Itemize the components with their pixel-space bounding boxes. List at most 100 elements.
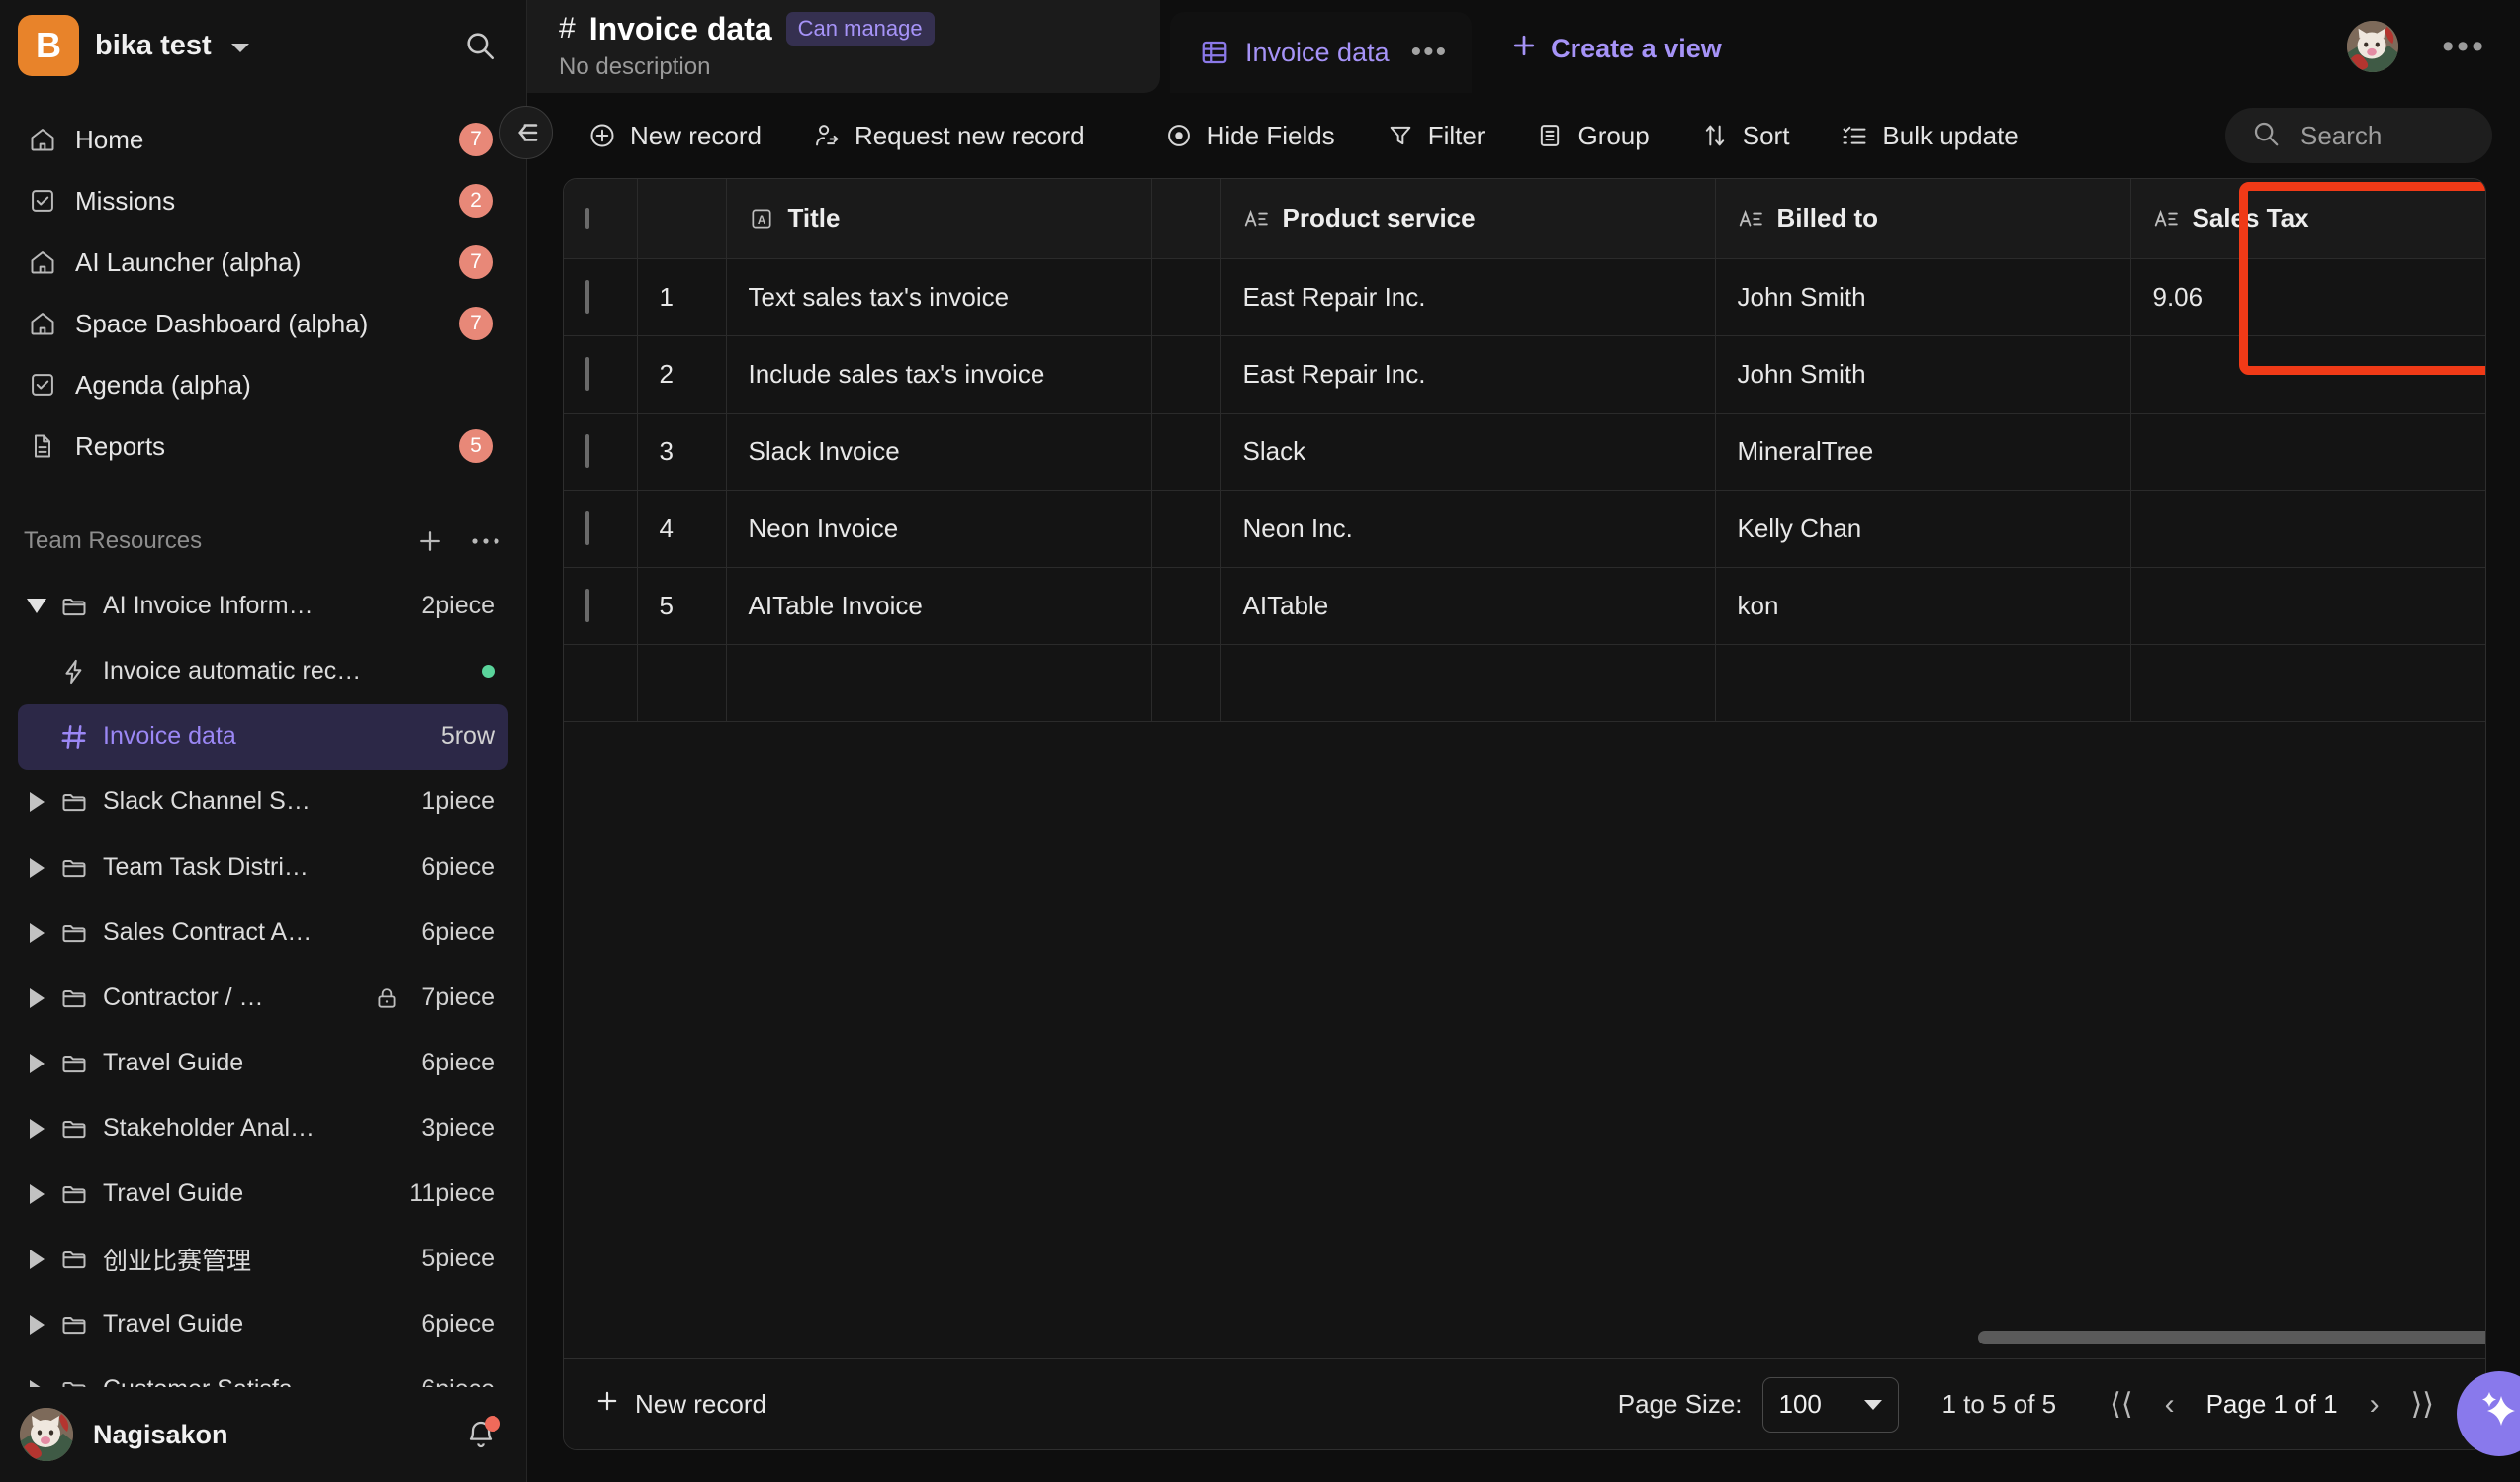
sidebar-item-home[interactable]: Home 7 [18, 109, 508, 170]
tree-item-folder[interactable]: Team Task Distri… 6piece [18, 835, 508, 900]
tree-item-folder[interactable]: Stakeholder Anal… 3piece [18, 1096, 508, 1161]
row-checkbox[interactable] [585, 510, 589, 545]
prev-page-button[interactable]: ‹ [2149, 1389, 2191, 1420]
cell-sales-tax[interactable]: 9.06 [2130, 258, 2485, 336]
next-page-button[interactable]: › [2354, 1389, 2395, 1420]
row-checkbox[interactable] [585, 356, 589, 391]
collapse-sidebar-button[interactable] [499, 106, 553, 159]
horizontal-scrollbar[interactable] [564, 1331, 2485, 1344]
cell-title[interactable]: Neon Invoice [726, 490, 1152, 568]
sidebar-item-agenda[interactable]: Agenda (alpha) [18, 354, 508, 416]
add-resource-button[interactable] [415, 526, 445, 556]
cell-product-service[interactable]: East Repair Inc. [1220, 258, 1716, 336]
table-row[interactable]: 1 Text sales tax's invoice East Repair I… [564, 258, 2485, 336]
avatar[interactable] [2347, 21, 2399, 72]
chevron-right-icon[interactable] [18, 987, 55, 1008]
cell-product-service[interactable]: East Repair Inc. [1220, 335, 1716, 414]
avatar[interactable] [20, 1408, 73, 1462]
request-new-record-button[interactable]: Request new record [787, 108, 1111, 163]
tree-item-folder[interactable]: Travel Guide 6piece [18, 1292, 508, 1357]
tab-invoice-data[interactable]: Invoice data ••• [1170, 12, 1473, 93]
cell-title[interactable]: AITable Invoice [726, 567, 1152, 645]
tree-item-automation[interactable]: Invoice automatic rec… [18, 639, 508, 704]
sidebar-item-reports[interactable]: Reports 5 [18, 416, 508, 477]
chevron-right-icon[interactable] [18, 1249, 55, 1269]
resource-more-icon[interactable] [471, 536, 500, 546]
column-header-title[interactable]: A Title [726, 179, 1152, 259]
tree-item-folder[interactable]: Travel Guide 6piece [18, 1031, 508, 1096]
row-select-cell[interactable] [564, 413, 638, 491]
sidebar-item-missions[interactable]: Missions 2 [18, 170, 508, 232]
new-record-button[interactable]: New record [563, 108, 787, 163]
table-row[interactable]: 3 Slack Invoice Slack MineralTree [564, 413, 2485, 491]
group-button[interactable]: Group [1510, 108, 1674, 163]
tree-item-folder[interactable]: Customer Satisfa… 6piece [18, 1357, 508, 1388]
cell-sales-tax[interactable] [2130, 335, 2485, 414]
row-checkbox[interactable] [585, 588, 589, 622]
cell-billed-to[interactable]: John Smith [1715, 335, 2131, 414]
row-select-cell[interactable] [564, 335, 638, 414]
chevron-right-icon[interactable] [18, 1118, 55, 1139]
tree-item-folder[interactable]: AI Invoice Inform… 2piece [18, 574, 508, 639]
cell-title[interactable]: Include sales tax's invoice [726, 335, 1152, 414]
chevron-right-icon[interactable] [18, 1379, 55, 1388]
tree-item-invoice-data[interactable]: Invoice data 5row [18, 703, 508, 770]
table-row[interactable]: 5 AITable Invoice AITable kon [564, 567, 2485, 645]
cell-sales-tax[interactable] [2130, 490, 2485, 568]
last-page-button[interactable]: ⟩⟩ [2395, 1389, 2450, 1420]
user-name[interactable]: Nagisakon [93, 1420, 445, 1450]
tree-item-folder-locked[interactable]: Contractor / … 7piece [18, 966, 508, 1031]
table-row[interactable]: 2 Include sales tax's invoice East Repai… [564, 335, 2485, 414]
cell-product-service[interactable]: Neon Inc. [1220, 490, 1716, 568]
row-select-cell[interactable] [564, 567, 638, 645]
chevron-right-icon[interactable] [18, 791, 55, 812]
cell-billed-to[interactable]: Kelly Chan [1715, 490, 2131, 568]
chevron-right-icon[interactable] [18, 1314, 55, 1335]
search-input[interactable]: Search [2225, 108, 2492, 163]
search-icon[interactable] [463, 29, 496, 62]
sidebar-item-ai-launcher[interactable]: AI Launcher (alpha) 7 [18, 232, 508, 293]
notifications-button[interactable] [465, 1416, 500, 1450]
page-description[interactable]: No description [559, 53, 1130, 81]
sidebar-item-space-dashboard[interactable]: Space Dashboard (alpha) 7 [18, 293, 508, 354]
row-checkbox[interactable] [585, 433, 589, 468]
space-name[interactable]: bika test [95, 30, 212, 62]
select-all-cell[interactable] [564, 179, 638, 259]
row-select-cell[interactable] [564, 490, 638, 568]
chevron-down-icon[interactable] [18, 599, 55, 614]
cell-product-service[interactable]: Slack [1220, 413, 1716, 491]
tree-item-folder[interactable]: 创业比赛管理 5piece [18, 1227, 508, 1292]
footer-new-record-button[interactable]: New record [593, 1387, 766, 1422]
first-page-button[interactable]: ⟨⟨ [2094, 1389, 2148, 1420]
chevron-right-icon[interactable] [18, 1053, 55, 1073]
column-header-sales-tax[interactable]: Sales Tax [2130, 179, 2485, 259]
chevron-down-icon[interactable] [230, 44, 249, 52]
tab-more-icon[interactable]: ••• [1411, 38, 1449, 67]
select-all-checkbox[interactable] [585, 207, 589, 229]
cell-billed-to[interactable]: kon [1715, 567, 2131, 645]
cell-billed-to[interactable]: John Smith [1715, 258, 2131, 336]
sort-button[interactable]: Sort [1675, 108, 1816, 163]
scrollbar-thumb[interactable] [1978, 1331, 2485, 1344]
chevron-right-icon[interactable] [18, 857, 55, 878]
cell-sales-tax[interactable] [2130, 567, 2485, 645]
space-logo[interactable]: B [18, 15, 79, 76]
chevron-right-icon[interactable] [18, 1183, 55, 1204]
bulk-update-button[interactable]: Bulk update [1815, 108, 2043, 163]
tree-item-folder[interactable]: Sales Contract A… 6piece [18, 900, 508, 966]
column-header-product-service[interactable]: Product service [1220, 179, 1716, 259]
row-checkbox[interactable] [585, 279, 589, 314]
cell-sales-tax[interactable] [2130, 413, 2485, 491]
tree-item-folder[interactable]: Slack Channel S… 1piece [18, 770, 508, 835]
more-options-icon[interactable]: ••• [2442, 30, 2486, 63]
column-header-billed-to[interactable]: Billed to [1715, 179, 2131, 259]
page-size-select[interactable]: 100 [1761, 1376, 1899, 1433]
cell-product-service[interactable]: AITable [1220, 567, 1716, 645]
filter-button[interactable]: Filter [1361, 108, 1511, 163]
cell-billed-to[interactable]: MineralTree [1715, 413, 2131, 491]
hide-fields-button[interactable]: Hide Fields [1139, 108, 1361, 163]
row-select-cell[interactable] [564, 258, 638, 336]
cell-title[interactable]: Slack Invoice [726, 413, 1152, 491]
create-view-button[interactable]: Create a view [1509, 31, 1722, 67]
page-title[interactable]: Invoice data [589, 11, 772, 47]
